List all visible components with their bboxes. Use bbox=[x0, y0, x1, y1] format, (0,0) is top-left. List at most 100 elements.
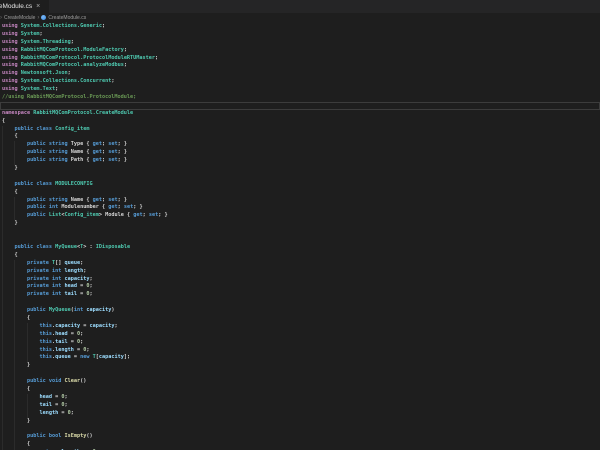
code-token-p bbox=[2, 323, 39, 329]
indent-guide bbox=[27, 347, 28, 355]
code-line[interactable] bbox=[0, 370, 600, 378]
code-line[interactable] bbox=[0, 228, 600, 236]
tab-createmodule-cs[interactable]: CreateModule.cs × bbox=[0, 0, 49, 13]
code-line[interactable]: this.queue = new T[capacity]; bbox=[0, 354, 600, 362]
code-line[interactable]: { bbox=[0, 118, 600, 126]
code-token-p: } bbox=[2, 418, 30, 424]
code-token-p: ; bbox=[83, 268, 86, 274]
code-line[interactable]: } bbox=[0, 362, 600, 370]
code-token-t: MyQueue bbox=[55, 244, 77, 250]
code-line[interactable]: } bbox=[0, 220, 600, 228]
code-line[interactable]: namespace RabbitMQComProtocol.CreateModu… bbox=[0, 110, 600, 118]
code-line[interactable]: public class MODULECONFIG bbox=[0, 181, 600, 189]
code-line[interactable]: using RabbitMQComProtocol.ModuleFactory; bbox=[0, 47, 600, 55]
code-token-k: set bbox=[124, 204, 133, 210]
code-line[interactable] bbox=[0, 236, 600, 244]
indent-guide bbox=[14, 212, 15, 220]
indent-guide bbox=[2, 268, 3, 276]
close-icon[interactable]: × bbox=[36, 3, 40, 10]
code-line[interactable] bbox=[0, 173, 600, 181]
code-line[interactable]: private T[] queue; bbox=[0, 260, 600, 268]
code-line[interactable]: } bbox=[0, 418, 600, 426]
code-token-p bbox=[2, 339, 39, 345]
code-line[interactable]: private int capacity; bbox=[0, 276, 600, 284]
code-line[interactable]: public string Name { get; set; } bbox=[0, 149, 600, 157]
code-line[interactable]: private int head = 0; bbox=[0, 283, 600, 291]
indent-guide bbox=[2, 410, 3, 418]
code-line[interactable]: tail = 0; bbox=[0, 402, 600, 410]
code-line[interactable]: using System.Text; bbox=[0, 86, 600, 94]
code-area[interactable]: using System.Collections.Generic;using S… bbox=[0, 22, 600, 450]
code-line[interactable]: using System.Threading; bbox=[0, 39, 600, 47]
code-token-p: ; } bbox=[118, 141, 127, 147]
code-line[interactable]: public bool IsEmpty() bbox=[0, 433, 600, 441]
code-line[interactable]: public int Modulenumber { get; set; } bbox=[0, 204, 600, 212]
code-line[interactable]: { bbox=[0, 386, 600, 394]
code-token-p bbox=[2, 394, 39, 400]
code-line[interactable]: using System.Collections.Generic; bbox=[0, 23, 600, 31]
indent-guide bbox=[2, 299, 3, 307]
code-token-p: } bbox=[2, 165, 18, 171]
code-line[interactable]: using Newtonsoft.Json; bbox=[0, 70, 600, 78]
breadcrumb-item-file[interactable]: CreateModule.cs bbox=[48, 15, 86, 21]
code-line[interactable]: this.head = 0; bbox=[0, 331, 600, 339]
code-token-v: capacity bbox=[86, 307, 111, 313]
code-token-v: capacity bbox=[89, 323, 114, 329]
code-token-t: Config_item bbox=[65, 212, 99, 218]
code-line[interactable]: public void Clear() bbox=[0, 378, 600, 386]
code-line[interactable]: public class Config_item bbox=[0, 126, 600, 134]
code-line[interactable]: public MyQueue(int capacity) bbox=[0, 307, 600, 315]
indent-guide bbox=[2, 425, 3, 433]
code-token-p: = bbox=[71, 354, 80, 360]
indent-guide bbox=[2, 402, 3, 410]
indent-guide bbox=[2, 378, 3, 386]
code-line[interactable]: this.tail = 0; bbox=[0, 339, 600, 347]
code-token-p: ; bbox=[80, 339, 83, 345]
code-token-k: this bbox=[39, 331, 52, 337]
code-token-p: Name { bbox=[71, 197, 93, 203]
code-token-v: capacity bbox=[55, 323, 80, 329]
code-line[interactable]: this.length = 0; bbox=[0, 347, 600, 355]
code-line[interactable]: public string Name { get; set; } bbox=[0, 197, 600, 205]
code-line[interactable]: { bbox=[0, 133, 600, 141]
code-line[interactable]: using System.Collections.Concurrent; bbox=[0, 78, 600, 86]
indent-guide bbox=[14, 441, 15, 449]
code-line[interactable]: head = 0; bbox=[0, 394, 600, 402]
code-line[interactable] bbox=[0, 425, 600, 433]
code-token-v: length bbox=[55, 347, 74, 353]
indent-guide bbox=[2, 433, 3, 441]
code-line[interactable]: private int tail = 0; bbox=[0, 291, 600, 299]
code-line[interactable]: using RabbitMQComProtocol.ProtocolModule… bbox=[0, 55, 600, 63]
indent-guide bbox=[2, 394, 3, 402]
code-line[interactable]: length = 0; bbox=[0, 410, 600, 418]
code-token-p: () bbox=[86, 433, 92, 439]
code-token-p bbox=[2, 181, 15, 187]
code-token-t: Config_item bbox=[55, 126, 89, 132]
code-line[interactable]: { bbox=[0, 315, 600, 323]
code-line-highlighted[interactable] bbox=[0, 102, 600, 110]
code-line[interactable]: public string Type { get; set; } bbox=[0, 141, 600, 149]
code-line[interactable]: public class MyQueue<T> : IDisposable bbox=[0, 244, 600, 252]
code-line[interactable]: public List<Config_item> Module { get; s… bbox=[0, 212, 600, 220]
breadcrumb-item-folder[interactable]: CreateModule bbox=[4, 15, 35, 21]
code-line[interactable]: using RabbitMQComProtocol.analyzeModbus; bbox=[0, 62, 600, 70]
code-token-p: ; bbox=[86, 347, 89, 353]
code-line[interactable]: this.capacity = capacity; bbox=[0, 323, 600, 331]
code-line[interactable] bbox=[0, 299, 600, 307]
code-token-p: ; bbox=[40, 31, 43, 37]
code-token-k: get bbox=[93, 197, 102, 203]
code-line[interactable]: using System; bbox=[0, 31, 600, 39]
code-line[interactable]: { bbox=[0, 189, 600, 197]
code-line[interactable]: { bbox=[0, 252, 600, 260]
code-line[interactable]: } bbox=[0, 165, 600, 173]
indent-guide bbox=[2, 189, 3, 197]
code-token-p: } bbox=[2, 220, 18, 226]
code-token-t: IDisposable bbox=[96, 244, 130, 250]
code-token-k: private bbox=[27, 260, 52, 266]
code-line[interactable]: private int length; bbox=[0, 268, 600, 276]
code-line[interactable]: //using RabbitMQComProtocol.ProtocolModu… bbox=[0, 94, 600, 102]
code-line[interactable]: { bbox=[0, 441, 600, 449]
indent-guide bbox=[14, 157, 15, 165]
code-line[interactable]: public string Path { get; set; } bbox=[0, 157, 600, 165]
indent-guide bbox=[2, 347, 3, 355]
